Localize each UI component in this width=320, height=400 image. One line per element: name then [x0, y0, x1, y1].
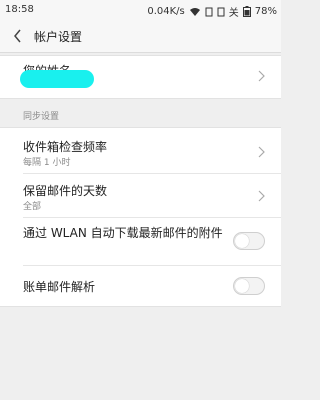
- status-bar: 18:58 0.04K/s 关 78%: [0, 0, 281, 20]
- sync-section-title: 同步设置: [23, 112, 60, 122]
- check-frequency-value: 每隔 1 小时: [23, 158, 71, 168]
- chevron-right-icon: [258, 190, 265, 202]
- wifi-icon: [189, 7, 201, 17]
- chevron-left-icon: [13, 29, 21, 43]
- check-frequency-row[interactable]: 收件箱检查频率 每隔 1 小时: [0, 128, 281, 173]
- wlan-attachment-toggle[interactable]: [233, 232, 265, 250]
- bill-parse-row: 账单邮件解析: [0, 266, 281, 306]
- toggle-knob: [235, 234, 249, 248]
- back-button[interactable]: [8, 27, 26, 45]
- battery-level: 78%: [254, 6, 277, 17]
- retention-days-row[interactable]: 保留邮件的天数 全部: [0, 174, 281, 217]
- chevron-right-icon: [258, 146, 265, 158]
- toggle-knob: [235, 279, 249, 293]
- title-bar: 帐户设置: [0, 20, 281, 53]
- status-time: 18:58: [5, 4, 34, 15]
- retention-days-value: 全部: [23, 202, 42, 212]
- bill-parse-label: 账单邮件解析: [23, 280, 96, 294]
- wlan-attachment-label: 通过 WLAN 自动下载最新邮件的附件: [23, 226, 223, 240]
- check-frequency-label: 收件箱检查频率: [23, 140, 108, 154]
- retention-days-label: 保留邮件的天数: [23, 184, 108, 198]
- chevron-right-icon: [258, 70, 265, 82]
- status-right: 0.04K/s 关 78%: [147, 4, 277, 19]
- alarm-label: 关: [228, 8, 239, 19]
- battery-icon: [242, 6, 251, 17]
- sim-icon: [205, 7, 213, 17]
- sim2-icon: [217, 7, 225, 17]
- network-speed: 0.04K/s: [147, 6, 185, 17]
- redacted-name: [20, 70, 94, 88]
- sync-card: 收件箱检查频率 每隔 1 小时 保留邮件的天数 全部 通过 WLAN 自动下载最…: [0, 127, 281, 307]
- bill-parse-toggle[interactable]: [233, 277, 265, 295]
- page-title: 帐户设置: [34, 30, 83, 44]
- wlan-attachment-row: 通过 WLAN 自动下载最新邮件的附件: [0, 218, 281, 265]
